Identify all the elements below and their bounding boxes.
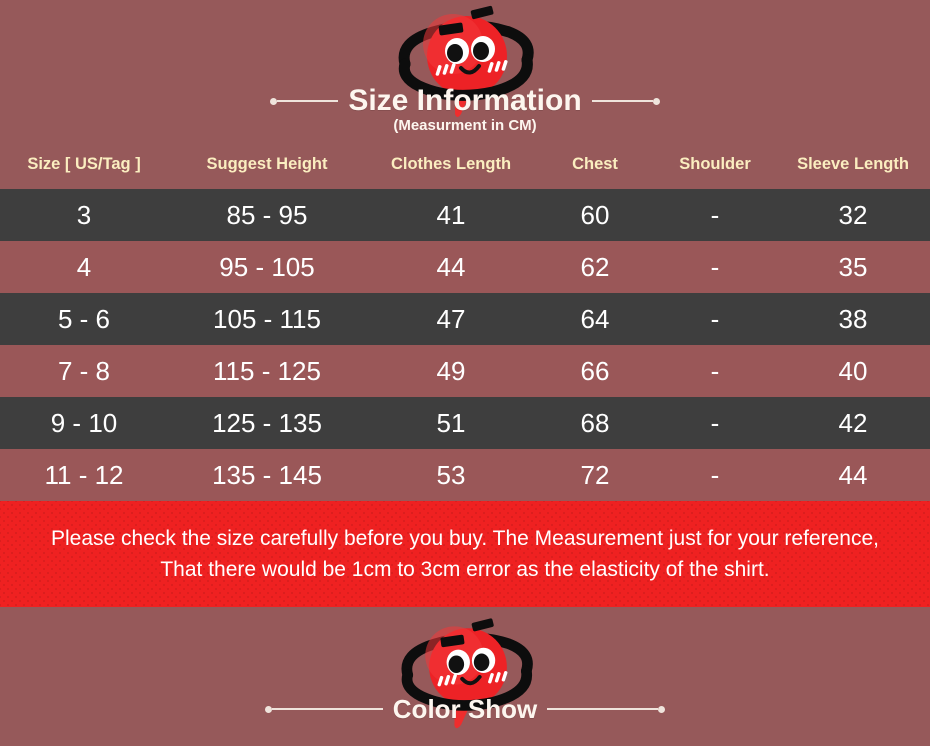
cell-clothes-length: 49 bbox=[436, 356, 466, 386]
cell-chest: 72 bbox=[580, 460, 610, 490]
cell-chest: 64 bbox=[580, 304, 610, 334]
bottom-title-block: Color Show bbox=[0, 692, 930, 726]
cell-clothes-length: 44 bbox=[436, 252, 466, 282]
notice-line-1: Please check the size carefully before y… bbox=[51, 527, 879, 550]
dot-dash-left-icon bbox=[264, 705, 383, 713]
measurement-notice: Please check the size carefully before y… bbox=[0, 501, 930, 607]
cell-sleeve-length: 42 bbox=[838, 408, 868, 438]
size-chart-infographic: Size Information (Measurment in CM) Size… bbox=[0, 0, 930, 746]
table-row: 5 - 6 105 - 115 47 64 - 38 bbox=[0, 293, 930, 345]
cell-height: 115 - 125 bbox=[213, 356, 321, 386]
column-header-clothes-length: Clothes Length bbox=[390, 155, 512, 174]
cell-chest: 60 bbox=[580, 200, 610, 230]
cell-clothes-length: 51 bbox=[436, 408, 466, 438]
cell-size: 7 - 8 bbox=[57, 356, 111, 386]
notice-line-2: That there would be 1cm to 3cm error as … bbox=[160, 558, 770, 581]
table-row: 4 95 - 105 44 62 - 35 bbox=[0, 241, 930, 293]
cell-chest: 68 bbox=[580, 408, 610, 438]
cell-chest: 62 bbox=[580, 252, 610, 282]
dot-dash-right-icon bbox=[591, 97, 660, 105]
cell-shoulder: - bbox=[710, 304, 720, 334]
table-row: 11 - 12 135 - 145 53 72 - 44 bbox=[0, 449, 930, 501]
cell-shoulder: - bbox=[710, 200, 720, 230]
dot-dash-left-icon bbox=[270, 97, 339, 105]
page-subtitle: (Measurment in CM) bbox=[393, 117, 537, 134]
page-title: Size Information bbox=[348, 84, 582, 117]
cell-shoulder: - bbox=[710, 356, 720, 386]
column-header-shoulder: Shoulder bbox=[679, 155, 751, 174]
table-row: 9 - 10 125 - 135 51 68 - 42 bbox=[0, 397, 930, 449]
cell-sleeve-length: 35 bbox=[838, 252, 868, 282]
column-header-suggest-height: Suggest Height bbox=[206, 155, 328, 174]
cell-chest: 66 bbox=[580, 356, 610, 386]
cell-shoulder: - bbox=[710, 408, 720, 438]
title-block: Size Information (Measurment in CM) bbox=[0, 84, 930, 135]
cell-size: 11 - 12 bbox=[44, 460, 124, 490]
column-header-size: Size [ US/Tag ] bbox=[27, 155, 141, 174]
cell-size: 3 bbox=[76, 200, 92, 230]
column-header-chest: Chest bbox=[572, 155, 618, 174]
cell-sleeve-length: 38 bbox=[838, 304, 868, 334]
cell-height: 95 - 105 bbox=[219, 252, 315, 282]
cell-clothes-length: 41 bbox=[436, 200, 466, 230]
cell-height: 125 - 135 bbox=[212, 408, 322, 438]
cell-size: 5 - 6 bbox=[57, 304, 111, 334]
cell-shoulder: - bbox=[710, 460, 720, 490]
cell-size: 9 - 10 bbox=[50, 408, 118, 438]
cell-sleeve-length: 32 bbox=[838, 200, 868, 230]
table-row: 7 - 8 115 - 125 49 66 - 40 bbox=[0, 345, 930, 397]
cell-sleeve-length: 40 bbox=[838, 356, 868, 386]
dot-dash-right-icon bbox=[547, 705, 666, 713]
color-show-title: Color Show bbox=[392, 694, 538, 724]
table-header-row: Size [ US/Tag ] Suggest Height Clothes L… bbox=[0, 140, 930, 189]
cell-clothes-length: 47 bbox=[436, 304, 466, 334]
cell-size: 4 bbox=[76, 252, 92, 282]
table-row: 3 85 - 95 41 60 - 32 bbox=[0, 189, 930, 241]
size-table: Size [ US/Tag ] Suggest Height Clothes L… bbox=[0, 140, 930, 501]
cell-shoulder: - bbox=[710, 252, 720, 282]
cell-height: 105 - 115 bbox=[213, 304, 321, 334]
cell-height: 85 - 95 bbox=[226, 200, 308, 230]
cell-clothes-length: 53 bbox=[436, 460, 466, 490]
top-banner: Size Information (Measurment in CM) bbox=[0, 0, 930, 140]
cell-sleeve-length: 44 bbox=[838, 460, 868, 490]
cell-height: 135 - 145 bbox=[212, 460, 322, 490]
column-header-sleeve-length: Sleeve Length bbox=[797, 155, 909, 174]
